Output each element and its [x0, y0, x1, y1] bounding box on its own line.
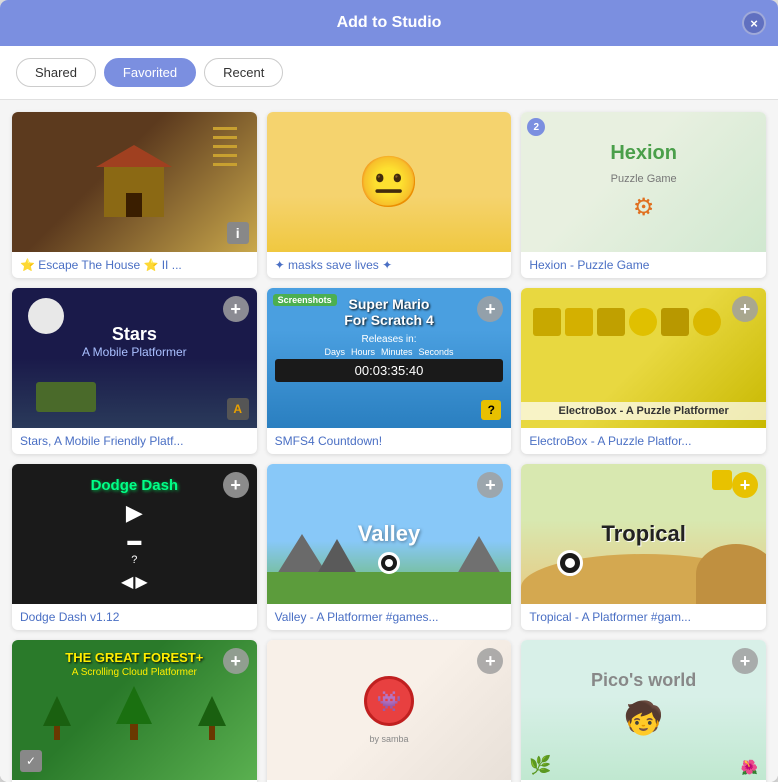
tab-favorited[interactable]: Favorited: [104, 58, 196, 87]
card-forest[interactable]: + THE GREAT FOREST+ A Scrolling Cloud Pl…: [12, 640, 257, 782]
info-icon[interactable]: i: [227, 222, 249, 244]
stars-badge: A: [227, 398, 249, 420]
forest-check: ✓: [20, 750, 42, 772]
card-valley[interactable]: + Valley: [267, 464, 512, 630]
modal: Add to Studio × Shared Favorited Recent: [0, 0, 778, 782]
card-tropical-label: Tropical - A Platformer #gam...: [521, 604, 766, 630]
dodge-title: Dodge Dash: [91, 477, 179, 494]
pico-plant: 🌿: [529, 755, 551, 776]
card-stars[interactable]: + Stars A Mobile Platformer A Stars, A M…: [12, 288, 257, 454]
card-electro[interactable]: + ElectroBox - A Puzzle Platformer Elect…: [521, 288, 766, 454]
electro-title: ElectroBox - A Puzzle Platformer: [521, 402, 766, 420]
card-hexion-label: Hexion - Puzzle Game: [521, 252, 766, 278]
tropical-add-button[interactable]: +: [732, 472, 758, 498]
dodge-add-button[interactable]: +: [223, 472, 249, 498]
dodge-question: ?: [131, 554, 137, 566]
tropical-badge1: [712, 470, 732, 490]
tab-recent[interactable]: Recent: [204, 58, 283, 87]
forest-add-button[interactable]: +: [223, 648, 249, 674]
tropical-dune2: [696, 544, 766, 604]
close-button[interactable]: ×: [742, 11, 766, 35]
card-hexion[interactable]: 2 Hexion Puzzle Game ⚙ Hexion - Puzzle G…: [521, 112, 766, 278]
games-grid: i ⭐ Escape The House ⭐ II ... 😐 ✦ masks …: [12, 104, 766, 782]
card-scratch[interactable]: + 👾 by samba Scarve Code - A Platf...: [267, 640, 512, 782]
hexion-icon: ⚙: [633, 193, 655, 222]
modal-title: Add to Studio: [337, 14, 442, 31]
scratch-character: 👾: [364, 676, 414, 726]
card-dodge[interactable]: + Dodge Dash ▶ ▬ ? ◀ ▶ Dodge Dash v1.12: [12, 464, 257, 630]
tab-shared[interactable]: Shared: [16, 58, 96, 87]
smfs4-countdown: 00:03:35:40: [275, 359, 504, 382]
valley-add-button[interactable]: +: [477, 472, 503, 498]
hexion-badge: 2: [527, 118, 545, 136]
scratch-author: by samba: [369, 734, 408, 744]
pico-flower: 🌺: [741, 759, 758, 776]
valley-character: [378, 552, 400, 574]
valley-title: Valley: [358, 521, 420, 547]
electro-add-button[interactable]: +: [732, 296, 758, 322]
hexion-title: Hexion: [610, 142, 677, 165]
stars-add-button[interactable]: +: [223, 296, 249, 322]
card-masks[interactable]: 😐 ✦ masks save lives ✦: [267, 112, 512, 278]
valley-ground: [267, 572, 512, 604]
smfs4-question: ?: [481, 400, 501, 420]
dodge-separator: ▬: [127, 532, 141, 548]
electro-tiles: [521, 288, 766, 366]
card-smfs4[interactable]: Screenshots + Super MarioFor Scratch 4 R…: [267, 288, 512, 454]
stars-sub: A Mobile Platformer: [20, 345, 249, 359]
smfs4-releases: Releases in:: [267, 334, 512, 345]
card-escape[interactable]: i ⭐ Escape The House ⭐ II ...: [12, 112, 257, 278]
pico-add-button[interactable]: +: [732, 648, 758, 674]
tabs-bar: Shared Favorited Recent: [0, 46, 778, 100]
pico-character-area: 🧒: [521, 691, 766, 737]
card-valley-label: Valley - A Platformer #games...: [267, 604, 512, 630]
card-electro-label: ElectroBox - A Puzzle Platfor...: [521, 428, 766, 454]
tropical-title: Tropical: [601, 521, 685, 547]
hexion-subtitle: Puzzle Game: [611, 173, 677, 185]
modal-header: Add to Studio ×: [0, 0, 778, 46]
dodge-right: ▶: [135, 572, 147, 592]
smfs4-screenshots-badge: Screenshots: [273, 294, 337, 306]
forest-sub: A Scrolling Cloud Platformer: [12, 667, 257, 678]
card-escape-label: ⭐ Escape The House ⭐ II ...: [12, 252, 257, 278]
card-tropical[interactable]: + Tropical Tropical - A Platformer #gam.…: [521, 464, 766, 630]
card-masks-label: ✦ masks save lives ✦: [267, 252, 512, 278]
dodge-left: ◀: [121, 572, 133, 592]
dodge-play-icon: ▶: [126, 500, 143, 526]
pico-title: Pico's world: [521, 640, 766, 691]
smfs4-labels: Days Hours Minutes Seconds: [267, 345, 512, 359]
grid-container[interactable]: i ⭐ Escape The House ⭐ II ... 😐 ✦ masks …: [0, 100, 778, 782]
forest-title: THE GREAT FOREST+: [12, 640, 257, 667]
card-stars-label: Stars, A Mobile Friendly Platf...: [12, 428, 257, 454]
card-dodge-label: Dodge Dash v1.12: [12, 604, 257, 630]
forest-trees: [12, 678, 257, 740]
card-smfs4-label: SMFS4 Countdown!: [267, 428, 512, 454]
card-pico[interactable]: + Pico's world 🧒 🌿 🌺 Pico's world: [521, 640, 766, 782]
